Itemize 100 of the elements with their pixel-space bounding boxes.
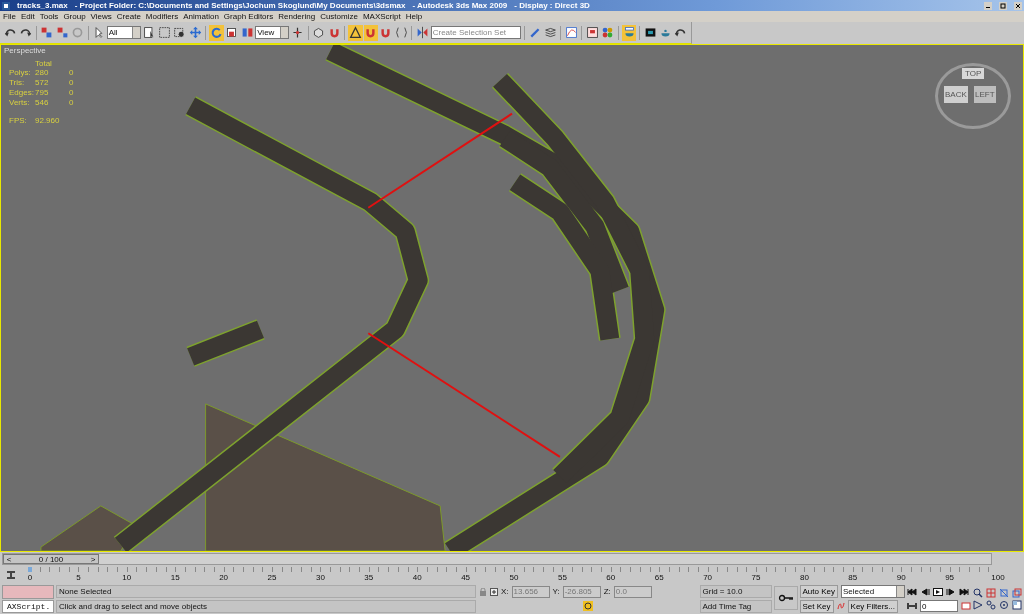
- field-of-view-icon[interactable]: [973, 600, 983, 610]
- fps-value: 92.960: [35, 116, 61, 126]
- manipulate-icon: [291, 26, 305, 39]
- menu-item[interactable]: Help: [405, 12, 423, 21]
- key-icon: [777, 594, 794, 602]
- region-icon: [157, 26, 171, 39]
- absolute-mode-icon[interactable]: [490, 587, 498, 596]
- menu-item[interactable]: File: [3, 12, 16, 21]
- key-filters-button[interactable]: Key Filters...: [847, 599, 898, 613]
- close-icon[interactable]: [1014, 1, 1022, 10]
- angle-snap-icon: [348, 26, 362, 39]
- menu-item[interactable]: Edit: [20, 12, 35, 21]
- play-icon[interactable]: [933, 587, 943, 596]
- magnet-icon: [327, 26, 341, 39]
- time-slider-thumb[interactable]: < 0 / 100 >: [3, 554, 99, 564]
- menu-item[interactable]: Tools: [39, 12, 59, 21]
- viewport-label[interactable]: Perspective: [4, 46, 46, 55]
- set-key-button[interactable]: Set Key: [799, 599, 834, 613]
- menu-item[interactable]: Views: [90, 12, 112, 21]
- frame-tick-label: 35: [364, 572, 374, 582]
- frame-tick-label: 50: [509, 572, 519, 582]
- frame-tick-label: 60: [606, 572, 616, 582]
- stat-selected: 0: [69, 88, 74, 98]
- frame-tick-label: 80: [799, 572, 809, 582]
- scale-icon: [225, 26, 239, 39]
- zoom-extents-all-icon[interactable]: [1012, 588, 1022, 598]
- selection-set-field[interactable]: Create Selection Set: [430, 26, 521, 39]
- frame-tick-label: 20: [219, 572, 229, 582]
- stat-total: 572: [35, 78, 50, 88]
- bind-icon: [70, 26, 84, 39]
- auto-key-button[interactable]: Auto Key: [799, 585, 838, 599]
- menu-item[interactable]: Group: [63, 12, 86, 21]
- current-frame-field[interactable]: 0: [920, 600, 958, 613]
- fps-label: FPS:: [9, 116, 28, 126]
- toolbar-button[interactable]: [415, 24, 430, 41]
- menu-item[interactable]: MAXScript: [362, 12, 401, 21]
- stat-selected: 0: [69, 78, 74, 88]
- menu-item[interactable]: Customize: [320, 12, 358, 21]
- dropdown[interactable]: All: [106, 26, 141, 39]
- toolbar-button[interactable]: [348, 24, 363, 41]
- next-frame-arrow[interactable]: >: [88, 555, 98, 563]
- frame-tick-label: 85: [848, 572, 858, 582]
- grid-size: Grid = 10.0: [699, 585, 772, 599]
- viewcube[interactable]: TOP BACK LEFT: [935, 63, 1011, 129]
- undo-icon: [674, 26, 688, 39]
- display-driver: - Display : Direct 3D: [514, 1, 590, 10]
- project-folder: - Project Folder: C:\Documents and Settings\Jochum Skoglund\My Documents\3dsmax: [74, 1, 406, 10]
- viewport[interactable]: Perspective Total Polys: 280 0 Tris: 572 0 Edges:795 0 Verts: 546 0 FPS: 92.960 TOP BACK LEFT: [0, 44, 1024, 552]
- menu-item[interactable]: Modifiers: [145, 12, 179, 21]
- stat-label: Verts:: [9, 98, 31, 108]
- menu-item[interactable]: Rendering: [278, 12, 316, 21]
- orbit-icon[interactable]: [999, 600, 1009, 610]
- frame-tick-label: 10: [122, 572, 132, 582]
- dropdown[interactable]: View: [255, 26, 290, 39]
- redo-icon: [19, 26, 32, 39]
- time-slider[interactable]: < 0 / 100 >: [2, 553, 992, 565]
- previous-frame-icon[interactable]: [920, 587, 930, 596]
- listener-input-field[interactable]: AXScript.: [2, 599, 54, 613]
- align-icon: [528, 26, 542, 39]
- frame-tick-label: 40: [412, 572, 422, 582]
- app-icon: [2, 1, 10, 10]
- previous-frame-arrow[interactable]: <: [4, 555, 14, 563]
- zoom-extents-icon[interactable]: [999, 588, 1009, 598]
- menu-item[interactable]: Graph Editors: [223, 12, 274, 21]
- stat-total: 280: [35, 68, 50, 78]
- frame-tick-label: 90: [896, 572, 906, 582]
- set-keys-button[interactable]: [773, 586, 798, 610]
- listener-output-field[interactable]: [2, 585, 54, 599]
- frame-tick-label: 45: [461, 572, 471, 582]
- selection-status: None Selected: [56, 585, 476, 599]
- app-name: - Autodesk 3ds Max 2009: [412, 1, 508, 10]
- undo-icon: [3, 26, 17, 39]
- add-time-tag[interactable]: Add Time Tag: [699, 599, 772, 613]
- menu-item[interactable]: Create: [116, 12, 141, 21]
- frame-tick-label: 75: [751, 572, 761, 582]
- time-tag-icon[interactable]: [582, 601, 593, 612]
- window-title: tracks_3.max: [17, 1, 68, 10]
- mirror-icon: [416, 26, 430, 39]
- stat-selected: 0: [69, 98, 74, 108]
- key-mode-icon[interactable]: [907, 602, 917, 611]
- frame-tick-label: 95: [945, 572, 955, 582]
- unlink-icon: [55, 26, 69, 39]
- pan-icon[interactable]: [986, 600, 996, 610]
- zoom-icon[interactable]: [973, 588, 983, 598]
- stat-total: 546: [35, 98, 50, 108]
- go-to-end-icon[interactable]: [959, 587, 969, 596]
- go-to-start-icon[interactable]: [907, 587, 917, 596]
- next-frame-icon[interactable]: [946, 587, 956, 596]
- minimize-icon[interactable]: [984, 1, 992, 10]
- select-by-name-icon: [142, 26, 156, 39]
- select-icon: [92, 26, 106, 39]
- key-mode-dropdown[interactable]: Selected: [841, 585, 905, 599]
- frame-window-icon: [643, 26, 657, 39]
- frame-tick-label: 25: [267, 572, 277, 582]
- time-configuration-icon[interactable]: [961, 602, 971, 611]
- maximize-viewport-icon[interactable]: [1012, 600, 1022, 610]
- schematic-icon: [586, 26, 599, 39]
- restore-icon[interactable]: [999, 1, 1007, 10]
- toolbar-button[interactable]: [585, 24, 600, 41]
- menu-item[interactable]: Animation: [183, 12, 219, 21]
